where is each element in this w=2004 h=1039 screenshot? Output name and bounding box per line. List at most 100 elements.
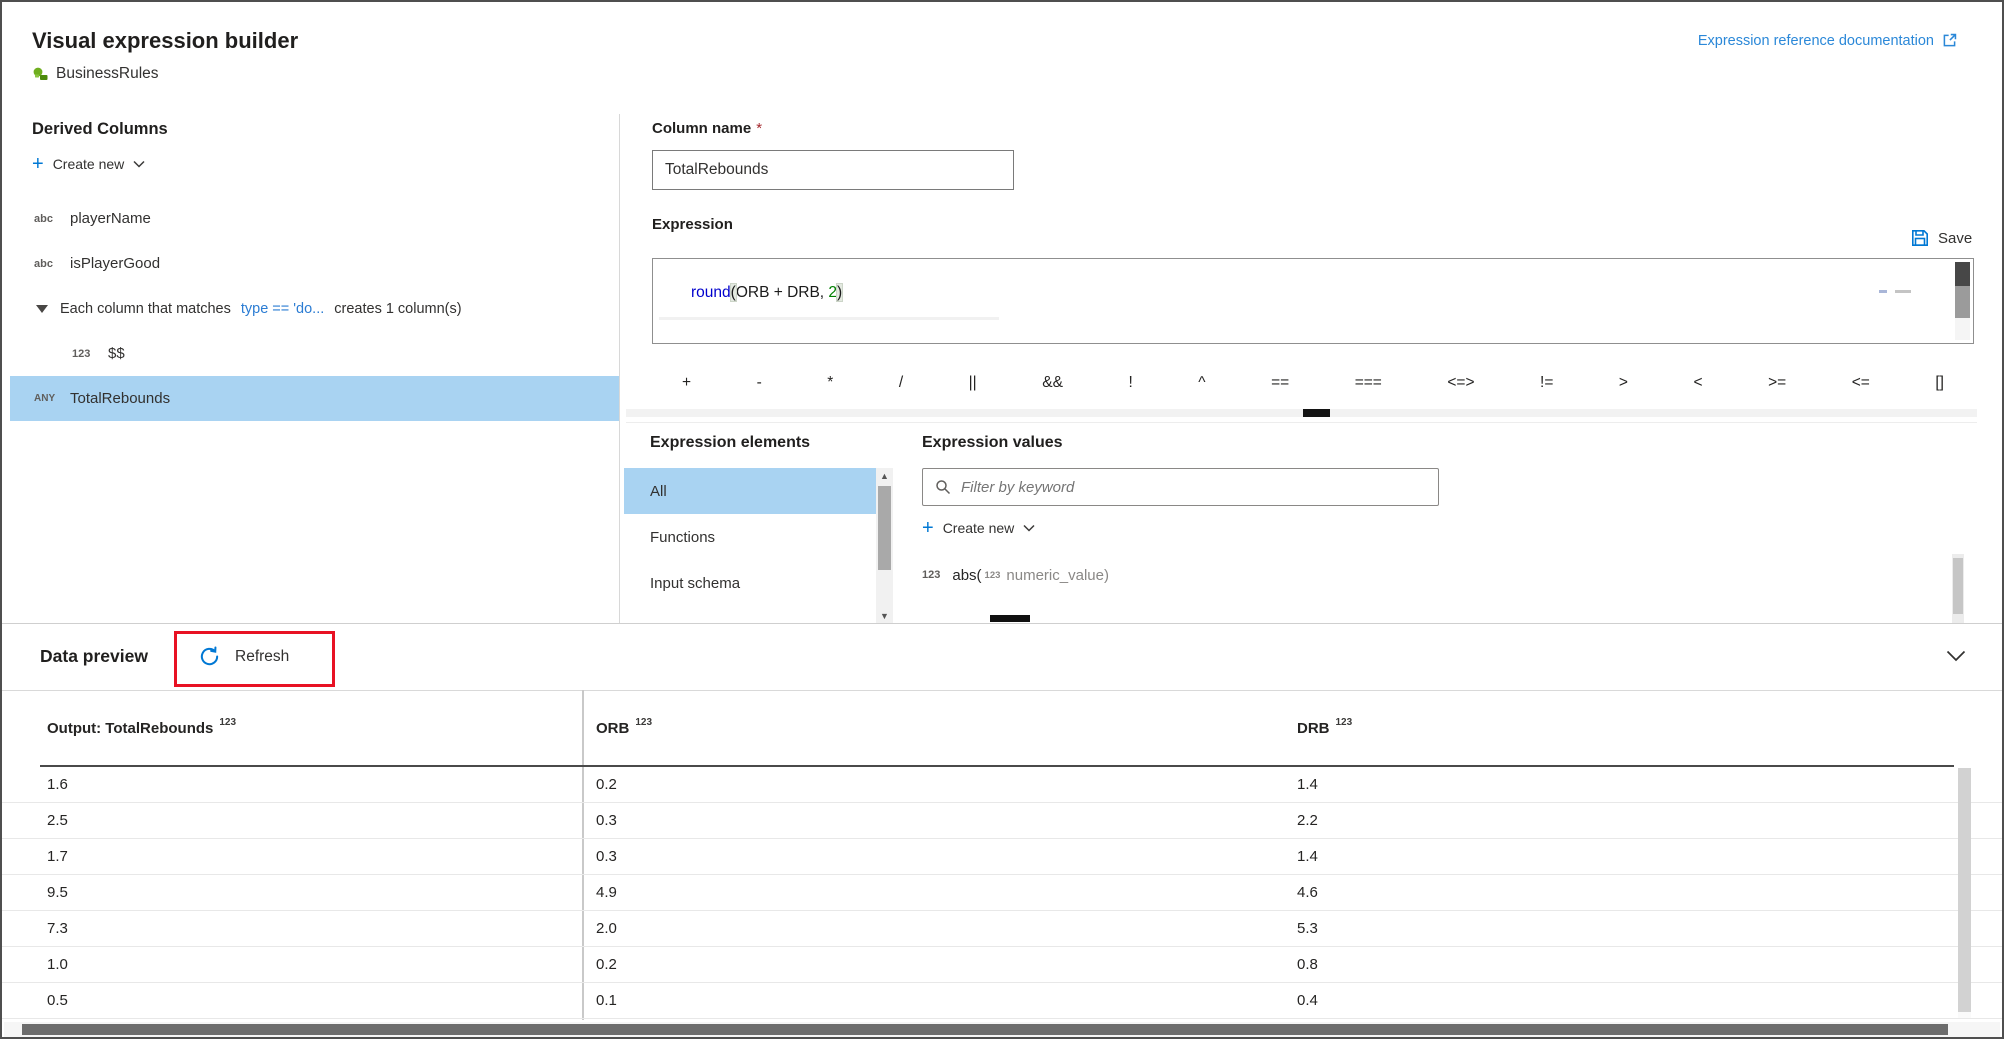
source-transformation: BusinessRules — [32, 65, 159, 83]
operator-button[interactable]: > — [1619, 374, 1628, 392]
preview-cell: 2.5 — [47, 803, 68, 839]
minimap-mark — [1879, 290, 1887, 293]
plus-icon: + — [32, 154, 44, 174]
preview-cell: 2.2 — [1297, 803, 1318, 839]
collapse-chevron-icon[interactable] — [1946, 650, 1966, 662]
refresh-icon — [198, 645, 221, 668]
code-token: ORB + DRB, — [736, 284, 829, 301]
editor-line-decoration — [659, 317, 999, 320]
preview-cell: 1.7 — [47, 839, 68, 875]
column-header-drb[interactable]: DRB 123 — [1297, 690, 1352, 766]
editor-scrollbar[interactable] — [1955, 262, 1970, 340]
preview-cell: 0.2 — [596, 767, 617, 803]
number-type-badge: 123 — [1336, 717, 1353, 728]
save-icon — [1910, 228, 1930, 248]
preview-vscrollbar[interactable] — [1958, 768, 1971, 1018]
derived-columns-list: abc playerName abc isPlayerGood Each col… — [10, 196, 620, 421]
column-item-isplayergood[interactable]: abc isPlayerGood — [10, 241, 620, 286]
expression-code[interactable]: round(ORB + DRB, 2) — [691, 283, 842, 302]
search-icon — [935, 479, 951, 495]
expression-elements-list: AllFunctionsInput schema — [624, 468, 876, 606]
values-vscrollbar-thumb[interactable] — [1953, 558, 1963, 614]
column-pattern-item[interactable]: Each column that matches type == 'do... … — [10, 286, 620, 331]
values-hscrollbar-thumb[interactable] — [990, 615, 1030, 622]
data-preview-bar-border — [2, 690, 2002, 691]
operator-button[interactable]: [] — [1935, 374, 1944, 392]
operator-button[interactable]: / — [899, 374, 903, 392]
filter-keyword-input[interactable] — [961, 469, 1438, 505]
operator-scrollbar-thumb[interactable] — [1303, 409, 1330, 417]
scroll-up-icon[interactable]: ▲ — [876, 471, 893, 481]
operator-button[interactable]: + — [682, 374, 691, 392]
expression-element-item[interactable]: Input schema — [624, 560, 876, 606]
preview-vscrollbar-thumb[interactable] — [1958, 768, 1971, 1012]
preview-hscrollbar[interactable] — [4, 1022, 2000, 1037]
preview-cell: 0.4 — [1297, 983, 1318, 1019]
create-new-value-button[interactable]: + Create new — [922, 518, 1035, 538]
editor-scrollbar-thumb[interactable] — [1955, 262, 1970, 286]
preview-cell: 1.0 — [47, 947, 68, 983]
editor-minimap-slider[interactable] — [1955, 286, 1970, 318]
save-button[interactable]: Save — [1910, 228, 1972, 248]
operator-button[interactable]: < — [1693, 374, 1702, 392]
operator-button[interactable]: == — [1271, 374, 1289, 392]
operator-scrollbar-track[interactable] — [626, 409, 1977, 417]
preview-cell: 1.6 — [47, 767, 68, 803]
preview-rows: 1.60.21.42.50.32.21.70.31.49.54.94.67.32… — [2, 767, 2002, 1019]
preview-cell: 0.2 — [596, 947, 617, 983]
operator-button[interactable]: >= — [1768, 374, 1786, 392]
derived-columns-heading: Derived Columns — [32, 120, 168, 139]
pattern-match-expression[interactable]: type == 'do... — [241, 301, 324, 317]
source-name: BusinessRules — [56, 65, 159, 83]
preview-row: 1.7 0.3 1.4 — [2, 839, 2002, 875]
code-token: ) — [837, 284, 842, 301]
preview-cell: 1.4 — [1297, 767, 1318, 803]
values-vscrollbar[interactable] — [1952, 554, 1964, 624]
operator-button[interactable]: ^ — [1198, 374, 1205, 392]
required-marker: * — [756, 120, 762, 137]
chevron-down-icon — [1023, 524, 1035, 532]
derived-column-icon — [32, 66, 49, 83]
column-name-input[interactable] — [652, 150, 1014, 190]
preview-cell: 0.3 — [596, 803, 617, 839]
create-new-column-button[interactable]: + Create new — [32, 154, 145, 174]
column-header-orb[interactable]: ORB 123 — [596, 690, 652, 766]
operator-button[interactable]: != — [1540, 374, 1553, 392]
operator-button[interactable]: * — [827, 374, 833, 392]
expression-elements-heading: Expression elements — [650, 434, 810, 452]
expression-element-item[interactable]: All — [624, 468, 876, 514]
operator-button[interactable]: <=> — [1447, 374, 1474, 392]
operator-button[interactable]: && — [1042, 374, 1063, 392]
preview-cell: 1.4 — [1297, 839, 1318, 875]
function-item-abs[interactable]: 123 abs( 123 numeric_value) — [922, 558, 1109, 592]
preview-row: 1.6 0.2 1.4 — [2, 767, 2002, 803]
operator-button[interactable]: === — [1355, 374, 1382, 392]
operator-button[interactable]: <= — [1852, 374, 1870, 392]
operator-button[interactable]: ! — [1128, 374, 1132, 392]
operator-button[interactable]: - — [757, 374, 762, 392]
refresh-button[interactable]: Refresh — [198, 645, 289, 668]
column-item-totalrebounds-selected[interactable]: ANY TotalRebounds — [10, 376, 620, 421]
page-title: Visual expression builder — [32, 28, 298, 54]
column-item-pattern-child[interactable]: 123 $$ — [10, 331, 620, 376]
column-item-playername[interactable]: abc playerName — [10, 196, 620, 241]
expression-element-item[interactable]: Functions — [624, 514, 876, 560]
preview-row: 2.5 0.3 2.2 — [2, 803, 2002, 839]
expression-code-editor[interactable]: round(ORB + DRB, 2) — [652, 258, 1974, 344]
number-type-badge: 123 — [985, 570, 1001, 581]
scroll-down-icon[interactable]: ▼ — [876, 611, 893, 621]
section-divider — [626, 422, 1977, 423]
triangle-down-icon — [36, 305, 48, 313]
preview-cell: 0.3 — [596, 839, 617, 875]
expression-reference-doc-link[interactable]: Expression reference documentation — [1698, 32, 1958, 49]
column-header-output[interactable]: Output: TotalRebounds 123 — [47, 690, 236, 766]
preview-hscrollbar-thumb[interactable] — [22, 1024, 1948, 1035]
plus-icon: + — [922, 518, 934, 538]
operator-button[interactable]: || — [969, 374, 977, 392]
elements-scrollbar-thumb[interactable] — [878, 486, 891, 570]
preview-cell: 9.5 — [47, 875, 68, 911]
preview-cell: 0.8 — [1297, 947, 1318, 983]
preview-row: 1.0 0.2 0.8 — [2, 947, 2002, 983]
elements-scrollbar[interactable]: ▲ ▼ — [876, 468, 893, 624]
data-preview-heading: Data preview — [40, 646, 148, 667]
